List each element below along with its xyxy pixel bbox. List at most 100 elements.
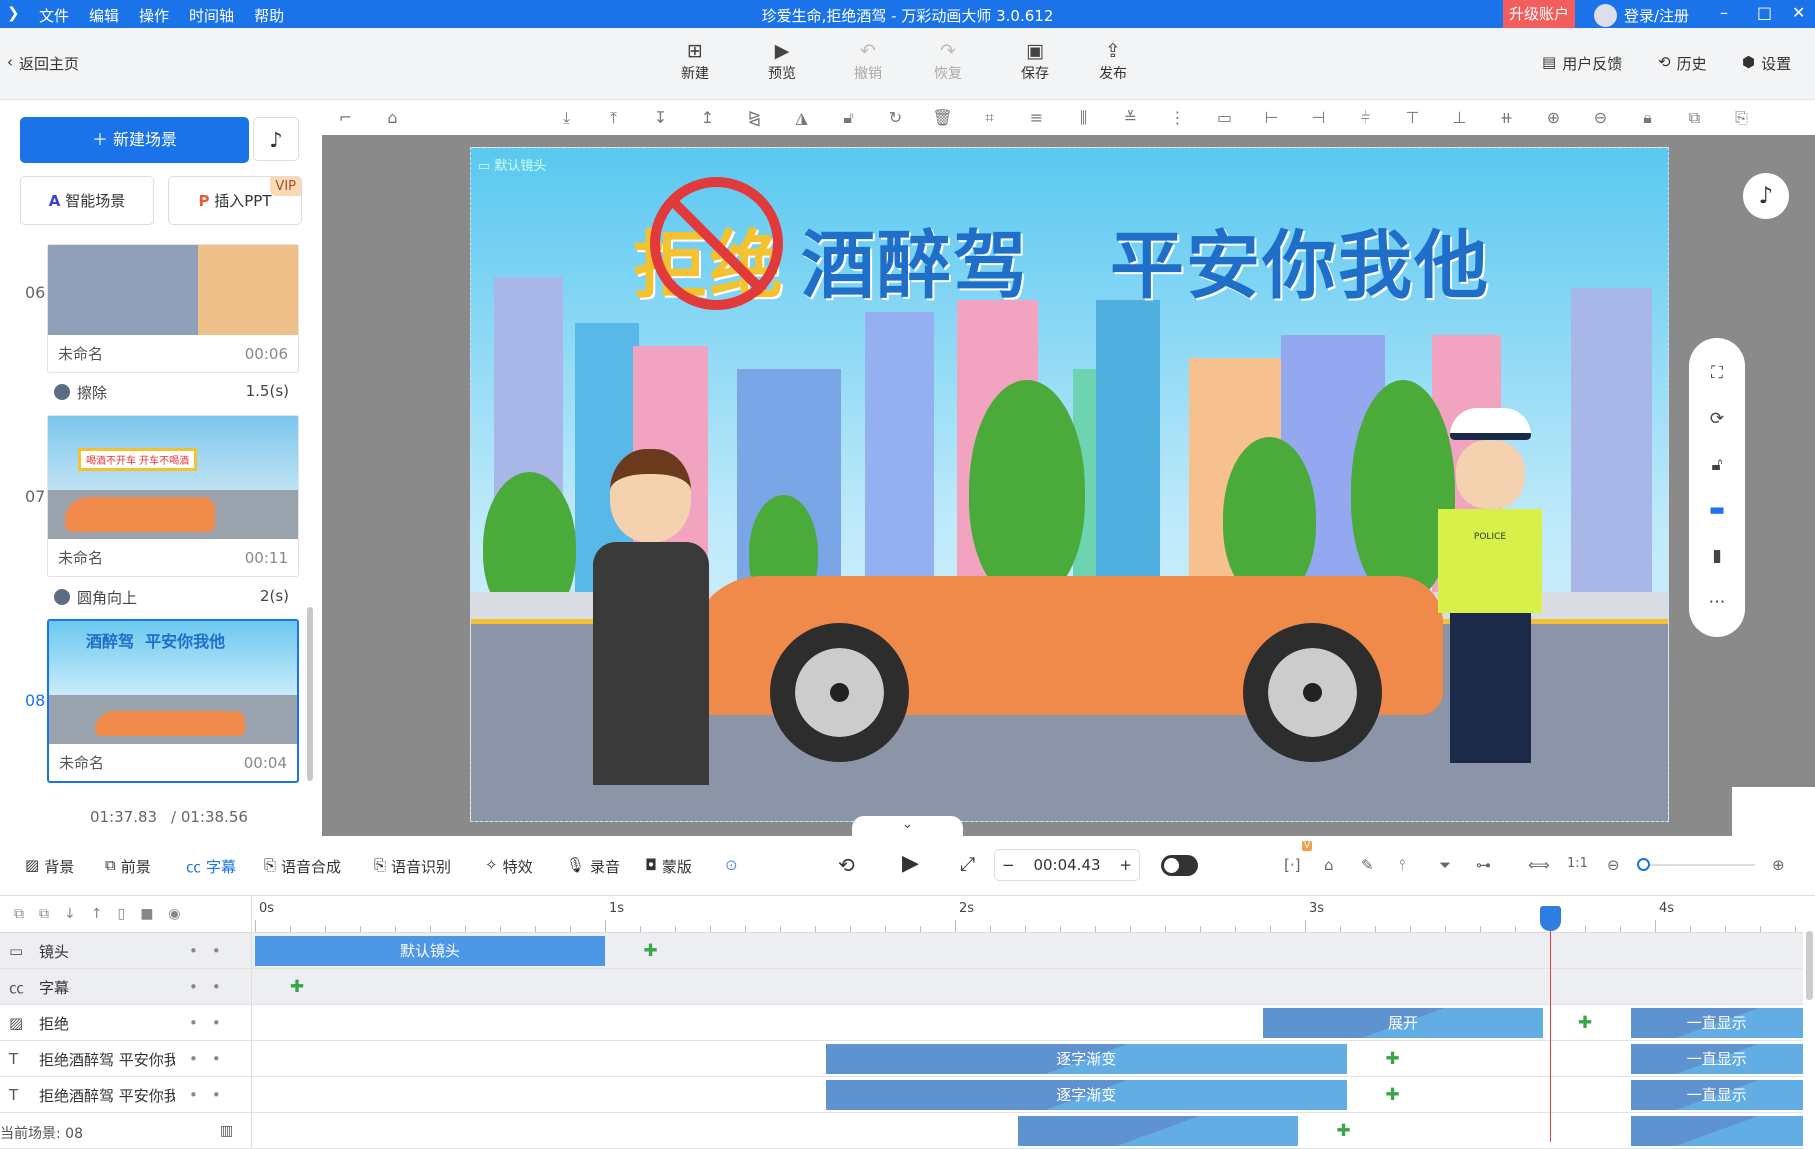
scene-scrollbar[interactable]	[307, 607, 313, 781]
animation-clip[interactable]: 逐字渐变	[825, 1080, 1347, 1110]
keyframe-add-icon[interactable]: ✚	[1336, 1123, 1352, 1140]
playhead-handle[interactable]	[1540, 906, 1561, 931]
transition-item[interactable]: 擦除 1.5(s)	[54, 382, 289, 403]
history-link[interactable]: ⟲ 历史	[1658, 53, 1707, 74]
time-ruler[interactable]: 0s 1s 2s 3s 4s	[252, 896, 1803, 933]
same-size-icon[interactable]: ▭	[1201, 108, 1248, 127]
zoom-slider[interactable]	[1637, 858, 1755, 871]
move-up-icon[interactable]: ↥	[684, 108, 731, 127]
lock-icon[interactable]: 🔓︎	[1711, 455, 1722, 475]
track-row[interactable]: ▨ 拒绝 • • 展开 一直显示 ✚	[0, 1005, 1803, 1041]
toggle-switch[interactable]	[1161, 855, 1198, 876]
dot-icon[interactable]: •	[212, 978, 221, 996]
paste-icon[interactable]: ⎘	[1718, 108, 1765, 128]
one-to-one-icon[interactable]: 1:1	[1567, 856, 1588, 871]
landscape-icon[interactable]: ▬	[1709, 500, 1725, 520]
edit-icon[interactable]: ✎	[1361, 856, 1374, 874]
split-icon[interactable]: ⫯	[1399, 856, 1406, 874]
rotate-icon[interactable]: ↻	[872, 108, 919, 127]
more-icon[interactable]: ⊙	[725, 856, 738, 874]
animation-clip[interactable]: 逐字渐变	[825, 1044, 1347, 1074]
dot-icon[interactable]: •	[189, 1086, 198, 1104]
snapshot-icon[interactable]: ⌂	[1324, 856, 1334, 874]
track-row[interactable]: ㏄字幕 • • ✚	[0, 969, 1803, 1005]
flip-h-icon[interactable]: ⧎	[731, 108, 778, 127]
animation-clip[interactable]: 默认镜头	[255, 936, 605, 966]
track-row[interactable]: ✚	[0, 1113, 1803, 1149]
tl-tts[interactable]: ⎘ 语音合成	[264, 856, 341, 877]
minimap-thumb[interactable]	[1732, 787, 1815, 836]
scene-card-07[interactable]: 喝酒不开车 开车不喝酒 未命名 00:11	[47, 415, 299, 577]
close-button[interactable]: ✕	[1792, 3, 1805, 22]
align-middle-icon[interactable]: ⫼	[1060, 108, 1107, 128]
dot-icon[interactable]: •	[212, 1050, 221, 1068]
add-layer-icon[interactable]: ⧉	[39, 906, 49, 922]
zoom-out-icon[interactable]: ⊖	[1607, 856, 1620, 874]
track-row[interactable]: T 拒绝酒醉驾 平安你我 • • 逐字渐变 一直显示 ✚	[0, 1077, 1803, 1113]
bring-bottom-icon[interactable]: ⤓	[543, 108, 590, 128]
home-icon[interactable]: ⌂	[369, 108, 416, 127]
music-button[interactable]: ♪	[1743, 173, 1789, 219]
tl-record[interactable]: 🎙︎ 录音	[566, 856, 620, 877]
align-vcenter-icon[interactable]: ⧺	[1483, 108, 1530, 127]
settings-link[interactable]: ⬢ 设置	[1742, 53, 1791, 74]
expand-icon[interactable]: ⤢	[960, 853, 975, 875]
fit-icon[interactable]: ⌗	[966, 108, 1013, 128]
minimize-button[interactable]: –	[1720, 3, 1728, 22]
collapse-chevron-icon[interactable]: ⌄	[852, 816, 963, 836]
align-hcenter-icon[interactable]: ⫩	[1342, 108, 1389, 128]
fit-width-icon[interactable]: ⟺	[1528, 856, 1550, 874]
tl-speech-recognition[interactable]: ⎘ 语音识别	[374, 856, 451, 877]
book-icon[interactable]: ▥	[220, 1123, 233, 1139]
format-painter-icon[interactable]: ⌐	[322, 108, 369, 127]
dot-icon[interactable]: •	[189, 1014, 198, 1032]
distribute-v-icon[interactable]: ≚	[1107, 108, 1154, 127]
keyframe-add-icon[interactable]: ✚	[1385, 1051, 1401, 1068]
timeline-scrollbar[interactable]	[1806, 931, 1813, 1000]
delete-icon[interactable]: ▯	[117, 906, 125, 922]
replay-icon[interactable]: ⟲	[838, 853, 855, 877]
lock-icon[interactable]: 🔓︎	[825, 108, 872, 128]
track-label[interactable]: ▭ 镜头 • •	[0, 933, 252, 969]
tl-foreground[interactable]: ⧉ 前景	[105, 856, 151, 877]
keyframe-add-icon[interactable]: ✚	[1577, 1015, 1593, 1032]
animation-clip[interactable]: 展开	[1263, 1008, 1543, 1038]
align-top-icon[interactable]: ⊤	[1389, 108, 1436, 127]
unlock-icon[interactable]: 🔒︎	[1624, 108, 1671, 128]
align-center-icon[interactable]: ≡	[1013, 108, 1060, 127]
lock-icon[interactable]: ■	[140, 906, 153, 922]
track-label[interactable]: ▨ 拒绝 • •	[0, 1005, 252, 1041]
move-up-icon[interactable]: ↑	[91, 906, 103, 922]
upgrade-button[interactable]: 升级账户	[1503, 0, 1575, 28]
smart-scene-button[interactable]: A 智能场景	[20, 176, 154, 225]
maximize-button[interactable]: □	[1757, 3, 1772, 22]
dot-icon[interactable]: •	[212, 1014, 221, 1032]
track-label[interactable]: ㏄字幕 • •	[0, 969, 252, 1005]
scene-card-06[interactable]: 未命名 00:06	[47, 244, 299, 373]
animation-clip[interactable]: 一直显示	[1630, 1008, 1803, 1038]
dot-icon[interactable]: •	[189, 978, 198, 996]
align-left-icon[interactable]: ⊢	[1248, 108, 1295, 127]
feedback-link[interactable]: ▤ 用户反馈	[1542, 53, 1622, 74]
bring-top-icon[interactable]: ⤒	[590, 108, 637, 128]
zoom-in-icon[interactable]: ⊕	[1772, 856, 1785, 874]
delete-icon[interactable]: 🗑︎	[919, 108, 966, 127]
filter-icon[interactable]: ⏷	[1439, 856, 1451, 874]
transition-item[interactable]: 圆角向上 2(s)	[54, 587, 289, 608]
rotate-screen-icon[interactable]: ⟳	[1710, 409, 1724, 429]
move-down-icon[interactable]: ↓	[64, 906, 76, 922]
scene-card-08[interactable]: 酒醉驾 平安你我他 未命名 00:04	[47, 619, 299, 783]
track-label[interactable]: T 拒绝酒醉驾 平安你我 • •	[0, 1041, 252, 1077]
insert-ppt-button[interactable]: P 插入PPT VIP	[168, 176, 302, 225]
dot-icon[interactable]: •	[189, 1050, 198, 1068]
new-button[interactable]: ⊞ 新建	[672, 40, 718, 83]
keyframe-add-icon[interactable]: ✚	[1385, 1087, 1401, 1104]
police-officer[interactable]: POLICE	[1432, 408, 1548, 790]
track-row[interactable]: ▭ 镜头 • • 默认镜头 ✚	[0, 933, 1803, 969]
undo-button[interactable]: ↶ 撤销	[845, 40, 891, 83]
time-stepper[interactable]: −00:04.43 +	[994, 849, 1140, 881]
portrait-icon[interactable]: ▮	[1712, 546, 1721, 566]
copy-icon[interactable]: ⧉	[1671, 108, 1718, 128]
tl-subtitle[interactable]: ㏄ 字幕	[186, 856, 236, 877]
minus-icon[interactable]: −	[1002, 856, 1015, 874]
